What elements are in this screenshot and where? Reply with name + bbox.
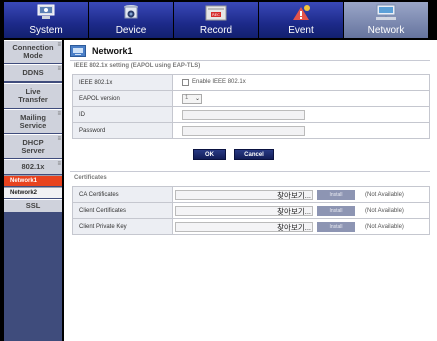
tab-event-label: Event bbox=[288, 25, 314, 36]
id-label: ID bbox=[72, 106, 173, 123]
tab-network-label: Network bbox=[367, 25, 405, 36]
sidebar-item-label: 802.1x bbox=[21, 162, 45, 171]
expand-arrow-icon: ≡ bbox=[57, 66, 61, 72]
password-label: Password bbox=[72, 122, 173, 139]
browse-button[interactable]: 찾아보기... bbox=[277, 190, 311, 201]
client-key-label: Client Private Key bbox=[72, 218, 173, 235]
ieee-settings-table: IEEE 802.1x Enable IEEE 802.1x EAPOL ver… bbox=[72, 74, 430, 139]
ca-cert-file-input[interactable]: 찾아보기... bbox=[175, 189, 313, 201]
tab-record[interactable]: REC Record bbox=[174, 2, 258, 38]
enable-ieee-checkbox[interactable] bbox=[182, 78, 189, 86]
tab-network[interactable]: Network bbox=[344, 2, 428, 38]
sidebar-subitem-network2[interactable]: Network2 bbox=[4, 187, 62, 198]
camera-icon bbox=[122, 4, 140, 24]
event-icon bbox=[291, 4, 311, 24]
client-key-value: 찾아보기... Install (Not Available) bbox=[172, 218, 430, 235]
network-icon bbox=[374, 4, 398, 24]
system-monitor-icon bbox=[37, 4, 55, 22]
status-text: (Not Available) bbox=[365, 191, 404, 198]
divider bbox=[70, 171, 430, 172]
network-page-icon bbox=[70, 45, 86, 57]
sidebar: ≡ Connection Mode ≡ DDNS Live Transfer ≡… bbox=[4, 40, 62, 341]
client-key-file-input[interactable]: 찾아보기... bbox=[175, 221, 313, 233]
id-value bbox=[172, 106, 430, 123]
expand-arrow-icon: ≡ bbox=[57, 161, 61, 167]
chevron-down-icon: ⌄ bbox=[194, 95, 200, 102]
ca-cert-value: 찾아보기... Install (Not Available) bbox=[172, 186, 430, 203]
client-cert-file-input[interactable]: 찾아보기... bbox=[175, 205, 313, 217]
eapol-version-select[interactable]: 1 ⌄ bbox=[182, 93, 202, 104]
tab-device[interactable]: Device bbox=[89, 2, 173, 38]
eapol-label: EAPOL version bbox=[72, 90, 173, 107]
sidebar-item-connection-mode[interactable]: ≡ Connection Mode bbox=[4, 40, 62, 63]
id-input[interactable] bbox=[182, 109, 305, 120]
sidebar-item-label: Live Transfer bbox=[18, 87, 48, 104]
sidebar-item-dhcp-server[interactable]: ≡ DHCP Server bbox=[4, 134, 62, 158]
table-row: Client Private Key 찾아보기... Install (Not Av… bbox=[72, 218, 430, 235]
table-row: Client Certificates 찾아보기... Install (Not A… bbox=[72, 202, 430, 219]
sidebar-item-label: Connection Mode bbox=[12, 43, 54, 60]
status-text: (Not Available) bbox=[365, 223, 404, 230]
expand-arrow-icon: ≡ bbox=[57, 42, 61, 48]
page-title: Network1 bbox=[92, 46, 133, 56]
sidebar-item-8021x[interactable]: ≡ 802.1x bbox=[4, 159, 62, 174]
ieee-value: Enable IEEE 802.1x bbox=[172, 74, 430, 91]
client-cert-label: Client Certificates bbox=[72, 202, 173, 219]
sidebar-item-ddns[interactable]: ≡ DDNS bbox=[4, 64, 62, 81]
enable-ieee-label: Enable IEEE 802.1x bbox=[192, 79, 246, 86]
install-button[interactable]: Install bbox=[317, 205, 355, 216]
password-value bbox=[172, 122, 430, 139]
expand-arrow-icon: ≡ bbox=[57, 111, 61, 117]
sidebar-item-label: DDNS bbox=[22, 68, 44, 77]
tab-system-label: System bbox=[29, 25, 63, 36]
main-panel: Network1 IEEE 802.1x setting (EAPOL usin… bbox=[64, 40, 437, 341]
table-row: EAPOL version 1 ⌄ bbox=[72, 90, 430, 107]
sidebar-item-live-transfer[interactable]: Live Transfer bbox=[4, 83, 62, 108]
rec-badge: REC bbox=[212, 12, 220, 17]
section-title-certificates: Certificates bbox=[74, 175, 107, 181]
browse-button[interactable]: 찾아보기... bbox=[277, 206, 311, 217]
certificates-table: CA Certificates 찾아보기... Install (Not Avail… bbox=[72, 186, 430, 235]
page-header: Network1 bbox=[70, 44, 133, 58]
install-button[interactable]: Install bbox=[317, 189, 355, 200]
ieee-label: IEEE 802.1x bbox=[72, 74, 173, 91]
ok-button[interactable]: OK bbox=[193, 149, 226, 160]
table-row: Password bbox=[72, 122, 430, 139]
browse-button[interactable]: 찾아보기... bbox=[277, 222, 311, 233]
cancel-button[interactable]: Cancel bbox=[234, 149, 274, 160]
table-row: IEEE 802.1x Enable IEEE 802.1x bbox=[72, 74, 430, 91]
password-input[interactable] bbox=[182, 125, 305, 136]
tab-device-label: Device bbox=[115, 25, 147, 36]
sidebar-item-label: Mailing Service bbox=[19, 112, 47, 130]
section-title-ieee: IEEE 802.1x setting (EAPOL using EAP-TLS… bbox=[74, 63, 201, 69]
status-text: (Not Available) bbox=[365, 207, 404, 214]
sidebar-subitem-network1[interactable]: Network1 bbox=[4, 175, 62, 186]
record-icon: REC bbox=[205, 4, 227, 24]
sidebar-item-mailing-service[interactable]: ≡ Mailing Service bbox=[4, 109, 62, 133]
tab-event[interactable]: Event bbox=[259, 2, 343, 38]
table-row: CA Certificates 찾아보기... Install (Not Avail… bbox=[72, 186, 430, 203]
sidebar-item-label: DHCP Server bbox=[21, 137, 45, 155]
top-navigation: System Device REC Record Event Network bbox=[0, 0, 437, 40]
install-button[interactable]: Install bbox=[317, 221, 355, 232]
tab-system[interactable]: System bbox=[4, 2, 88, 38]
sidebar-item-ssl[interactable]: SSL bbox=[4, 199, 62, 212]
client-cert-value: 찾아보기... Install (Not Available) bbox=[172, 202, 430, 219]
table-row: ID bbox=[72, 106, 430, 123]
eapol-version-value: 1 bbox=[185, 94, 189, 101]
ca-cert-label: CA Certificates bbox=[72, 186, 173, 203]
sidebar-item-label: SSL bbox=[25, 201, 41, 210]
eapol-value: 1 ⌄ bbox=[172, 90, 430, 107]
expand-arrow-icon: ≡ bbox=[57, 136, 61, 142]
divider bbox=[70, 60, 430, 61]
tab-record-label: Record bbox=[199, 25, 233, 36]
